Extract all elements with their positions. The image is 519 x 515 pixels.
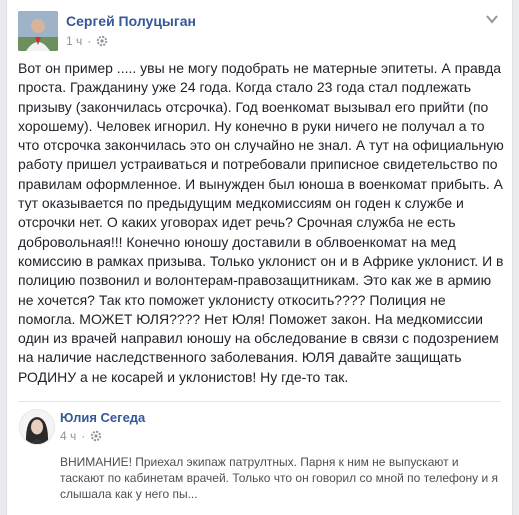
author-avatar[interactable] xyxy=(18,11,58,51)
gear-icon[interactable] xyxy=(90,430,102,442)
shared-author-name[interactable]: Юлия Сегеда xyxy=(60,410,145,425)
shared-author-avatar[interactable] xyxy=(19,409,55,445)
author-name[interactable]: Сергей Полуцыган xyxy=(66,13,196,29)
shared-divider xyxy=(18,401,501,402)
chevron-down-icon[interactable] xyxy=(484,13,500,25)
post-timestamp[interactable]: 1 ч xyxy=(66,34,82,48)
shared-timestamp[interactable]: 4 ч xyxy=(60,429,76,443)
shared-meta: 4 ч · xyxy=(60,429,102,443)
post-meta: 1 ч · xyxy=(66,34,108,48)
post-card: Сергей Полуцыган 1 ч · Вот он пример ...… xyxy=(6,0,513,515)
shared-post-text: ВНИМАНИЕ! Приехал экипаж патрултных. Пар… xyxy=(60,455,499,501)
dot-separator: · xyxy=(81,429,86,443)
dot-separator: · xyxy=(87,34,92,48)
post-text: Вот он пример ..... увы не могу подобрат… xyxy=(18,60,504,385)
gear-icon[interactable] xyxy=(96,35,108,47)
